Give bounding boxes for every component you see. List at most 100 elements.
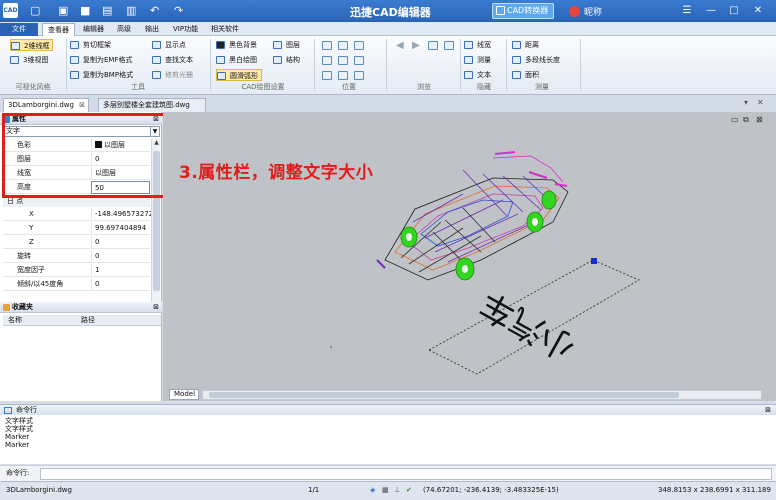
document-tab-bar: 3DLamborgini.dwg ⊠ 多层别墅楼全套建筑图.dwg ▾ ✕ (0, 96, 776, 112)
property-row[interactable]: 宽度因子 1 (3, 264, 150, 277)
bw-drawing-button[interactable]: 黑白绘图 (216, 54, 257, 66)
close-icon[interactable]: ⊠ (756, 115, 763, 124)
menu-output[interactable]: 输出 (140, 23, 164, 36)
line-width-button[interactable]: 线宽 (464, 39, 491, 51)
minimize-icon[interactable]: ▭ (731, 115, 739, 124)
command-input[interactable] (40, 468, 772, 480)
grip-handle[interactable] (591, 258, 597, 264)
property-value[interactable]: -148.496573272 (91, 208, 153, 221)
restore-icon[interactable]: ⧉ (743, 115, 749, 125)
user-account[interactable]: 昵称 (569, 5, 602, 18)
maximize-icon[interactable]: □ (726, 3, 742, 18)
minimize-icon[interactable]: — (703, 3, 719, 18)
copy-emf-button[interactable]: 复制为EMF格式 (70, 54, 133, 66)
avatar (569, 6, 580, 17)
property-row[interactable]: Z0 (3, 236, 150, 249)
zoom-extents-icon[interactable] (338, 56, 348, 65)
new-file-icon[interactable]: ▢ (30, 4, 40, 18)
save-icon[interactable]: ■ (80, 4, 90, 18)
wireframe-2d-label: 2维线框 (24, 42, 50, 50)
property-row[interactable]: X -148.496573272 (3, 208, 153, 221)
copy-bmp-button[interactable]: 复制为BMP格式 (70, 69, 133, 81)
zoom-in-icon[interactable] (354, 41, 364, 50)
trim-raster-button[interactable]: 修剪光栅 (152, 69, 193, 81)
black-background-button[interactable]: 黑色背景 (216, 39, 257, 51)
back-arrow-icon[interactable]: ◀ (396, 41, 404, 51)
distance-icon (512, 41, 521, 49)
property-row[interactable]: 倾斜/以45度角 0 (3, 278, 150, 291)
close-icon[interactable]: ⊠ (153, 302, 159, 313)
open-folder-icon[interactable]: ▣ (58, 4, 68, 18)
thumbnail-icon[interactable] (428, 41, 438, 50)
group-label-cad-draw: CAD绘图设置 (241, 83, 285, 91)
command-prompt-label: 命令行: (6, 469, 30, 477)
view-3d-label: 3维视图 (23, 56, 49, 64)
area-icon (512, 71, 521, 79)
distance-button[interactable]: 距离 (512, 39, 539, 51)
property-row[interactable]: Y 99.697404894 (3, 222, 150, 235)
ribbon-divider (210, 39, 211, 91)
converter-icon (496, 6, 505, 15)
tab-3dlamborgini[interactable]: 3DLamborgini.dwg ⊠ (3, 98, 89, 112)
measure-toggle-button[interactable]: 测量 (464, 54, 491, 66)
menu-advanced[interactable]: 高级 (112, 23, 136, 36)
menu-viewer[interactable]: 查看器 (42, 23, 75, 36)
view-3d-icon[interactable] (354, 71, 364, 80)
wireframe-2d-button[interactable]: 2维线框 (10, 39, 54, 51)
view-icon[interactable] (338, 71, 348, 80)
rotate-icon[interactable] (322, 56, 332, 65)
structure-button[interactable]: 结构 (273, 54, 300, 66)
area-button[interactable]: 面积 (512, 69, 539, 81)
grid-icon[interactable]: ▦ (382, 482, 389, 499)
property-value[interactable]: 99.697404894 (91, 222, 150, 235)
close-icon[interactable]: ⊠ (79, 99, 85, 112)
show-point-button[interactable]: 显示点 (152, 39, 186, 51)
smooth-arc-button[interactable]: 圆滑弧形 (216, 69, 262, 81)
menu-vip[interactable]: VIP功能 (168, 23, 203, 36)
property-value[interactable]: 0 (91, 236, 150, 249)
show-point-label: 显示点 (165, 41, 186, 49)
column-path[interactable]: 路径 (81, 315, 95, 326)
column-name[interactable]: 名称 (8, 315, 22, 326)
zoom-out-icon[interactable] (354, 56, 364, 65)
save-as-icon[interactable]: ▤ (102, 4, 112, 18)
canvas-hscrollbar[interactable] (202, 390, 762, 400)
clip-frame-button[interactable]: 剪切框架 (70, 39, 111, 51)
close-icon[interactable]: ✕ (757, 98, 764, 107)
polyline-length-button[interactable]: 多段线长度 (512, 54, 560, 66)
forward-arrow-icon[interactable]: ▶ (412, 41, 420, 51)
layers-button[interactable]: 图层 (273, 39, 300, 51)
history-line: Marker (5, 441, 30, 449)
model-tab[interactable]: Model (169, 389, 199, 400)
pan-icon[interactable] (322, 41, 332, 50)
close-icon[interactable]: ✕ (750, 3, 766, 18)
undo-icon[interactable]: ↶ (150, 4, 159, 18)
menu-file[interactable]: 文件 (0, 23, 38, 36)
print-icon[interactable]: ▥ (126, 4, 136, 18)
property-value[interactable]: 0 (91, 250, 150, 263)
property-row[interactable]: 旋转 0 (3, 250, 150, 263)
property-value[interactable]: 1 (91, 264, 150, 277)
menu-editor[interactable]: 编辑器 (78, 23, 109, 36)
snap-icon[interactable]: ◈ (370, 482, 375, 499)
scroll-thumb[interactable] (209, 392, 679, 398)
text-toggle-button[interactable]: 文本 (464, 69, 491, 81)
menu-icon[interactable]: ☰ (679, 3, 695, 18)
ortho-icon[interactable]: ⊥ (394, 482, 400, 499)
redo-icon[interactable]: ↷ (174, 4, 183, 18)
status-page: 1/1 (308, 486, 320, 494)
property-value[interactable]: 0 (91, 278, 150, 291)
window-title: 迅捷CAD编辑器 (350, 6, 431, 19)
chevron-down-icon[interactable]: ▾ (744, 98, 748, 107)
zoom-window-icon[interactable] (338, 41, 348, 50)
check-icon[interactable]: ✔ (406, 482, 412, 499)
orbit-icon[interactable] (322, 71, 332, 80)
browse-icon[interactable] (444, 41, 454, 50)
copy-emf-label: 复制为EMF格式 (83, 56, 133, 64)
find-text-button[interactable]: 查找文本 (152, 54, 193, 66)
menu-related-software[interactable]: 相关软件 (206, 23, 244, 36)
tab-villa[interactable]: 多层别墅楼全套建筑图.dwg (98, 98, 206, 112)
drawing-canvas[interactable]: 小汽车 (163, 112, 776, 401)
view-3d-button[interactable]: 3维视图 (10, 54, 48, 66)
cad-converter-button[interactable]: CAD转换器 (492, 3, 554, 19)
